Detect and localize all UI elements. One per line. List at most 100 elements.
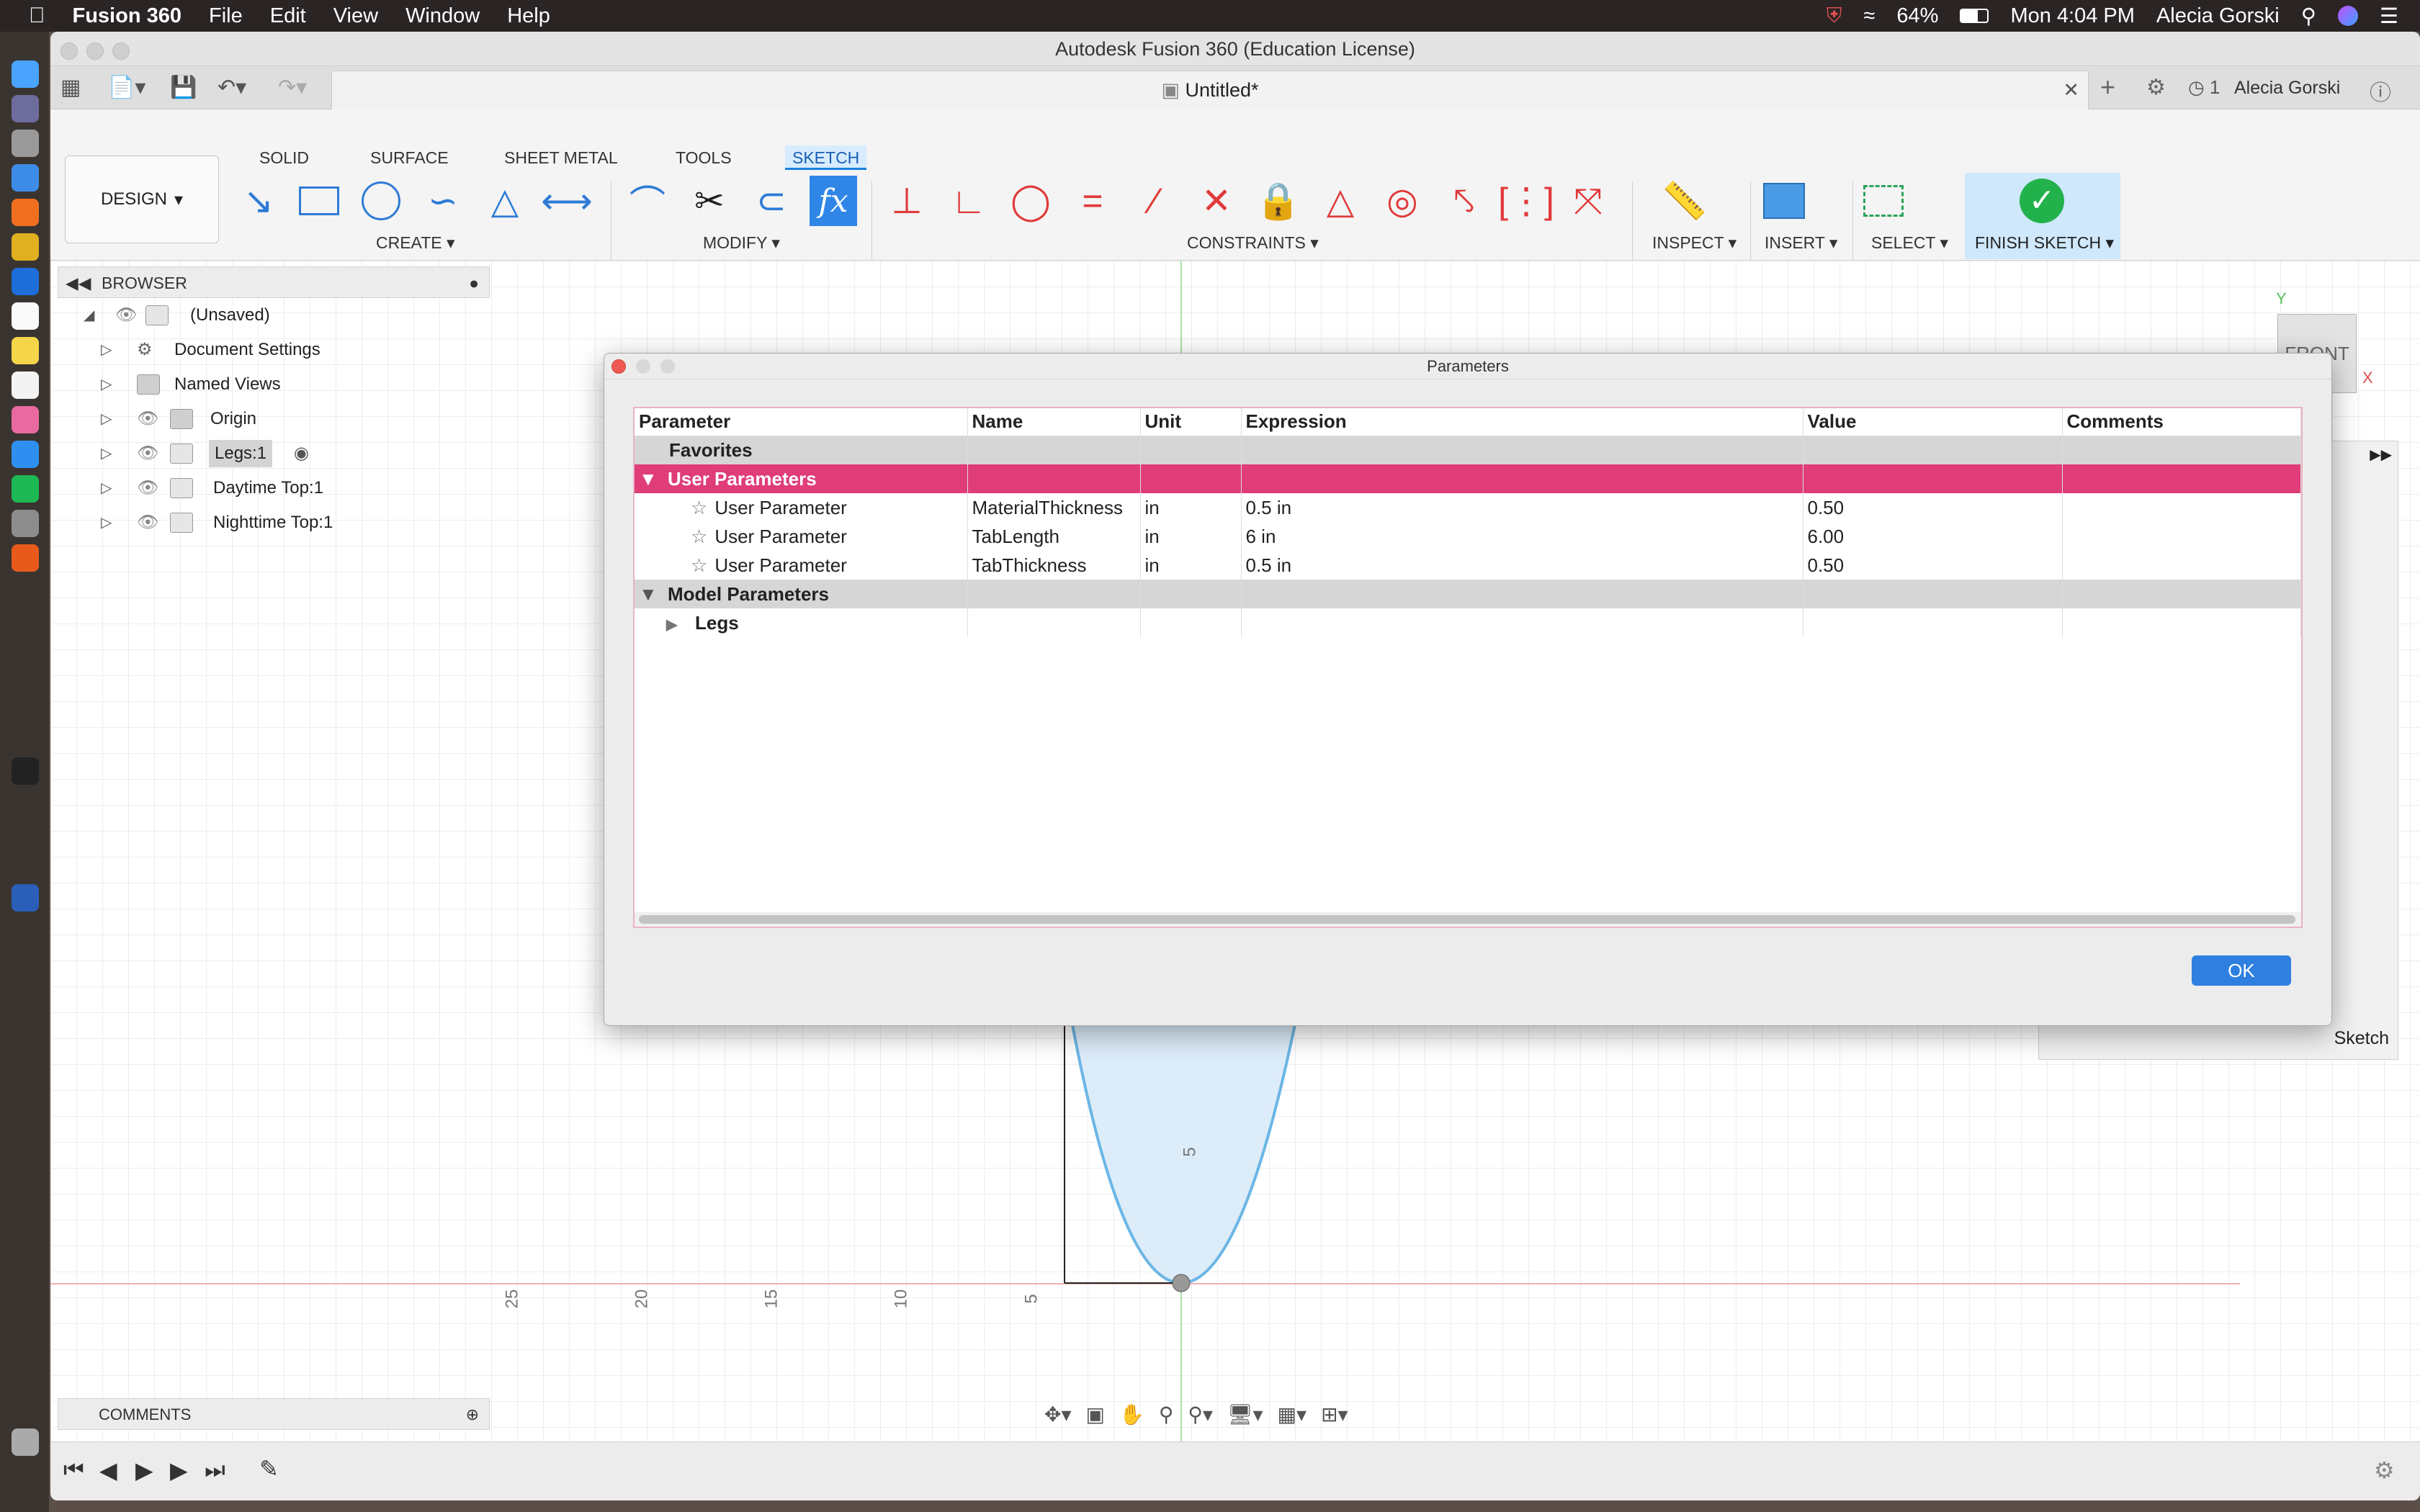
- symmetry-constraint-icon[interactable]: [⋮]: [1498, 176, 1554, 226]
- column-header-comments[interactable]: Comments: [2062, 408, 2301, 436]
- expand-triangle-icon[interactable]: ▷: [101, 402, 112, 436]
- expand-triangle-icon[interactable]: ▷: [101, 471, 112, 505]
- collapse-browser-icon[interactable]: ◀◀: [66, 267, 91, 299]
- dock-rocket-icon[interactable]: [12, 130, 39, 157]
- dock-launchpad-icon[interactable]: [12, 95, 39, 122]
- orbit-icon[interactable]: ✥▾: [1044, 1403, 1072, 1426]
- go-to-start-icon[interactable]: ⏮: [63, 1457, 84, 1484]
- menu-app-name[interactable]: Fusion 360: [73, 4, 182, 28]
- visibility-eye-icon[interactable]: 👁: [137, 471, 158, 505]
- table-row[interactable]: ▶ Legs: [635, 608, 2301, 637]
- tab-solid[interactable]: SOLID: [252, 145, 316, 170]
- zoom-icon[interactable]: ⚲: [1159, 1403, 1174, 1426]
- battery-icon[interactable]: [1960, 9, 1989, 23]
- pan-hand-icon[interactable]: ✋: [1119, 1403, 1144, 1426]
- collapse-triangle-icon[interactable]: ▼: [639, 468, 668, 490]
- menu-edit[interactable]: Edit: [270, 4, 306, 28]
- parameter-unit[interactable]: in: [1140, 493, 1242, 522]
- mirror-tool-icon[interactable]: △: [481, 176, 529, 226]
- timeline-sketch-feature-icon[interactable]: ✎: [259, 1455, 279, 1482]
- dock-calendar-icon[interactable]: [12, 302, 39, 330]
- circle-tool-icon[interactable]: [357, 176, 405, 226]
- model-parameters-group-row[interactable]: ▼ Model Parameters: [635, 580, 2301, 608]
- curvature-constraint-icon[interactable]: ⤧: [1564, 176, 1612, 226]
- parameter-comment[interactable]: [2062, 493, 2301, 522]
- tab-tools[interactable]: TOOLS: [668, 145, 739, 170]
- save-icon[interactable]: 💾: [170, 75, 197, 100]
- expand-triangle-icon[interactable]: ▷: [101, 505, 112, 540]
- coincident-constraint-icon[interactable]: ∟: [945, 176, 992, 226]
- dimension-tool-icon[interactable]: ⟷: [541, 176, 593, 226]
- comments-panel[interactable]: COMMENTS ⊕: [58, 1398, 490, 1430]
- browser-root-row[interactable]: ◢ 👁 (Unsaved): [58, 298, 490, 333]
- parameter-comment[interactable]: [2062, 551, 2301, 580]
- favorite-star-icon[interactable]: ☆: [691, 554, 707, 576]
- measure-ruler-icon[interactable]: 📏: [1661, 176, 1708, 226]
- wifi-icon[interactable]: ≈: [1863, 4, 1875, 28]
- column-header-unit[interactable]: Unit: [1140, 408, 1242, 436]
- midpoint-constraint-icon[interactable]: ⤣: [1440, 176, 1488, 226]
- step-back-icon[interactable]: ◀: [99, 1457, 117, 1484]
- look-at-icon[interactable]: ▣: [1086, 1403, 1105, 1426]
- parameter-name[interactable]: TabLength: [967, 522, 1141, 551]
- play-icon[interactable]: ▶: [135, 1457, 153, 1484]
- dialog-minimize-button[interactable]: [636, 359, 650, 374]
- dock-trash-icon[interactable]: [12, 1428, 39, 1456]
- parallel-constraint-icon[interactable]: ∕: [1131, 176, 1178, 226]
- inspect-group-label[interactable]: INSPECT ▾: [1652, 233, 1736, 253]
- parameter-unit[interactable]: in: [1140, 551, 1242, 580]
- tab-sketch[interactable]: SKETCH: [785, 145, 867, 170]
- sketch-origin-point[interactable]: [1172, 1274, 1191, 1292]
- favorites-group-row[interactable]: Favorites: [635, 436, 2301, 464]
- file-menu-icon[interactable]: 📄▾: [108, 75, 145, 100]
- horizontal-scrollbar[interactable]: [635, 912, 2301, 927]
- visibility-eye-icon[interactable]: 👁: [115, 298, 137, 333]
- tab-sheet-metal[interactable]: SHEET METAL: [497, 145, 625, 170]
- browser-item-origin[interactable]: ▷ 👁 Origin: [58, 402, 490, 436]
- browser-header[interactable]: ◀◀ BROWSER ●: [58, 266, 490, 298]
- menu-view[interactable]: View: [333, 4, 378, 28]
- dock-fusion-icon[interactable]: [12, 544, 39, 572]
- rectangle-tool-icon[interactable]: [295, 176, 343, 226]
- browser-item-document-settings[interactable]: ▷ ⚙ Document Settings: [58, 333, 490, 367]
- concentric-constraint-icon[interactable]: ◎: [1379, 176, 1426, 226]
- window-minimize-button[interactable]: [86, 42, 104, 60]
- scrollbar-thumb[interactable]: [639, 915, 2295, 924]
- fix-constraint-icon[interactable]: ⊥: [883, 176, 931, 226]
- close-tab-icon[interactable]: ✕: [2063, 71, 2079, 109]
- perpendicular-constraint-icon[interactable]: ✕: [1193, 176, 1240, 226]
- siri-icon[interactable]: [2338, 6, 2358, 26]
- menubar-clock[interactable]: Mon 4:04 PM: [2010, 4, 2134, 28]
- data-panel-grid-icon[interactable]: ▦: [60, 75, 81, 100]
- dialog-titlebar[interactable]: Parameters: [604, 354, 2331, 379]
- fx-parameters-icon[interactable]: fx: [810, 176, 857, 226]
- step-forward-icon[interactable]: ▶: [170, 1457, 188, 1484]
- tab-surface[interactable]: SURFACE: [363, 145, 456, 170]
- table-row[interactable]: ☆ User Parameter TabLength in 6 in 6.00: [635, 522, 2301, 551]
- undo-icon[interactable]: ↶▾: [218, 75, 246, 100]
- select-box-icon[interactable]: [1860, 176, 1907, 226]
- line-tool-icon[interactable]: ↘: [235, 176, 282, 226]
- column-header-name[interactable]: Name: [967, 408, 1141, 436]
- dock-word-icon[interactable]: [12, 884, 39, 912]
- browser-item-named-views[interactable]: ▷ Named Views: [58, 367, 490, 402]
- shield-icon[interactable]: ⛨: [1827, 4, 1842, 28]
- favorite-star-icon[interactable]: ☆: [691, 526, 707, 547]
- job-status-icon[interactable]: ◷ 1: [2188, 76, 2220, 99]
- dock-finder-icon[interactable]: [12, 60, 39, 88]
- select-group-label[interactable]: SELECT ▾: [1871, 233, 1948, 253]
- parameter-comment[interactable]: [2062, 522, 2301, 551]
- browser-item-daytime-top[interactable]: ▷ 👁 Daytime Top:1: [58, 471, 490, 505]
- sketch-profile[interactable]: [987, 981, 1419, 1312]
- activate-radio-icon[interactable]: ◉: [294, 436, 309, 471]
- visibility-eye-icon[interactable]: 👁: [137, 505, 158, 540]
- help-icon[interactable]: ⓘ: [2370, 75, 2391, 107]
- ok-button[interactable]: OK: [2192, 955, 2291, 986]
- dock-outlook-icon[interactable]: [12, 268, 39, 295]
- sketch-curve[interactable]: [1062, 981, 1306, 1285]
- parameter-name[interactable]: TabThickness: [967, 551, 1141, 580]
- dialog-close-button[interactable]: [611, 359, 626, 374]
- dock-reminders-icon[interactable]: [12, 372, 39, 399]
- dock-notes-icon[interactable]: [12, 337, 39, 364]
- extensions-icon[interactable]: ⚙: [2146, 75, 2166, 100]
